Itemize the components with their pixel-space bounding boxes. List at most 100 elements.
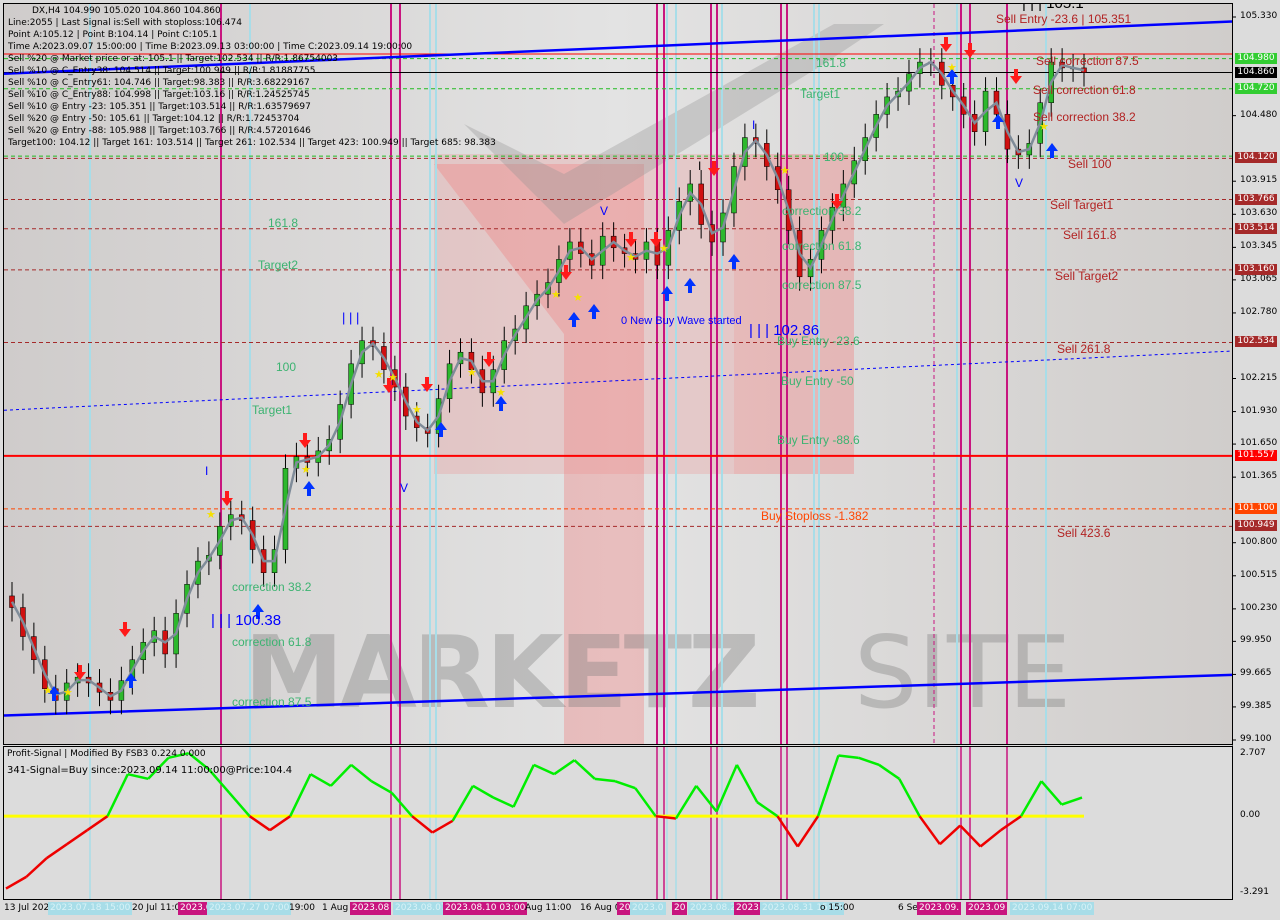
time-axis-label: 2023.07.27 07:00 (207, 902, 292, 915)
time-axis-label: 2023.08.07 (393, 902, 449, 915)
sell-entry-label: Sell Entry -23.6 | 105.351 (996, 12, 1132, 26)
info-line: Line:2055 | Last Signal is:Sell with sto… (8, 18, 242, 28)
price-tick-label: 100.800 (1240, 536, 1278, 547)
star-icon: ★ (573, 291, 583, 304)
time-axis[interactable]: 13 Jul 2023 2023.07.18 15:00 20 Jul 11:00 2… (0, 899, 1280, 920)
time-axis-label: 2023.08 (350, 902, 392, 915)
star-icon: ★ (412, 403, 422, 416)
info-line: Time A:2023.09.07 15:00:00 | Time B:2023… (8, 42, 413, 52)
wave-label-iii: | | | (342, 310, 360, 325)
price-tag: 101.557 (1235, 449, 1277, 461)
info-line: Sell %10 @ C_Entry61: 104.746 || Target:… (8, 78, 310, 88)
signal-segment (695, 785, 718, 813)
buy-arrow-icon (303, 481, 315, 496)
moving-average-line (10, 60, 1085, 698)
sell-arrow-icon (299, 433, 311, 448)
signal-segment (390, 792, 413, 818)
signal-segment (838, 754, 859, 760)
signal-segment (634, 787, 657, 817)
signal-segment (858, 756, 880, 767)
star-icon: ★ (63, 686, 73, 699)
signal-segment (715, 764, 739, 813)
price-tag: 103.160 (1235, 263, 1277, 275)
time-axis-label: 2023.09.14 07:00 (1010, 902, 1095, 915)
price-tick-label: 103.065 (1240, 273, 1278, 284)
signal-segment (735, 764, 759, 803)
buy-arrow-icon (684, 278, 696, 293)
price-tick-label: 99.385 (1240, 700, 1272, 711)
signal-segment (329, 763, 353, 787)
star-icon: ★ (626, 251, 636, 264)
signal-segment (614, 779, 636, 790)
time-axis-label: o 15:00 (820, 903, 855, 913)
signal-segment (533, 763, 555, 776)
left-correction-61-label: correction 61.8 (232, 635, 312, 649)
price-tick-label: 105.330 (1240, 11, 1278, 21)
new-buy-wave-label: 0 New Buy Wave started (621, 315, 742, 327)
left-target2-label: Target2 (258, 258, 299, 272)
wave-label-v: V (1015, 176, 1024, 190)
signal-segment (1000, 815, 1022, 832)
price-tick-label: 100.515 (1240, 569, 1278, 580)
info-line: Sell %20 @ Entry -50: 105.61 || Target:1… (8, 114, 300, 124)
price-tick-label: 99.950 (1240, 635, 1272, 646)
indicator-signal-text: 341-Signal=Buy since:2023.09.14 11:00:00… (7, 765, 293, 776)
star-icon: ★ (551, 288, 561, 301)
buy-arrow-icon (568, 312, 580, 327)
price-tick-label: 104.480 (1240, 109, 1278, 120)
signal-segment (979, 829, 1002, 848)
price-tag: 104.860 (1235, 66, 1277, 78)
left-correction-87-label: correction 87.5 (232, 695, 312, 709)
time-axis-label: 16 Aug 0 (580, 903, 621, 913)
price-tag: 104.720 (1235, 82, 1277, 94)
price-tag: 101.100 (1235, 502, 1277, 514)
wave-label-v: V (400, 481, 409, 495)
buy-arrow-icon (125, 673, 137, 688)
symbol-ohlc: DX,H4 104.990 105.020 104.860 104.860 (32, 6, 221, 16)
signal-segment (66, 829, 88, 846)
price-tick-label: 102.215 (1240, 372, 1278, 383)
time-axis-label: 1 Aug (322, 903, 349, 913)
sell-arrow-icon (1010, 69, 1022, 84)
time-axis-label: 2023.0 (630, 902, 666, 915)
signal-segment (1020, 780, 1043, 817)
signal-segment (5, 875, 27, 890)
sell-correction-61-label: Sell correction 61.8 (1033, 83, 1136, 97)
sell-423-label: Sell 423.6 (1057, 526, 1111, 540)
indicator-pane[interactable]: Profit-Signal | Modified By FSB3 0.224 0… (3, 746, 1233, 900)
sell-target1-label: Sell Target1 (1050, 198, 1114, 212)
price-tick-label: 103.630 (1240, 208, 1278, 219)
wave-label-i: I (205, 464, 209, 478)
left-correction-38-label: correction 38.2 (232, 580, 312, 594)
signal-segment (796, 815, 820, 848)
signal-segment (350, 763, 373, 783)
wave-label-105-1: | | | 105.1 (1022, 3, 1084, 12)
sell-arrow-icon (964, 43, 976, 58)
sell-261-label: Sell 261.8 (1057, 342, 1111, 356)
price-chart-pane[interactable]: MARKETZ SITE ★ ★ ★ ★ ★ ★ ★ ★ ★ ★ ★ ★ ★ ★ ★ ★ DX,H4 104.… (3, 3, 1233, 745)
signal-segment (45, 843, 68, 860)
signal-segment (25, 857, 48, 878)
signal-segment (248, 815, 271, 832)
star-icon: ★ (496, 386, 506, 399)
sell-arrow-icon (708, 161, 720, 176)
time-axis-label: 19:00 (289, 903, 315, 913)
buy-arrow-icon (661, 286, 673, 301)
star-icon: ★ (374, 368, 384, 381)
star-icon: ★ (467, 366, 477, 379)
sell-161-label: Sell 161.8 (1063, 228, 1117, 242)
price-axis[interactable]: 105.330 104.480 103.915 103.630 103.345 103.0… (1232, 0, 1280, 900)
price-tag: 103.514 (1235, 222, 1277, 234)
signal-segment (756, 801, 779, 818)
buy-entry-50-label: Buy Entry -50 (781, 374, 854, 388)
info-line: Sell %20 @ Entry -88: 105.988 || Target:… (8, 126, 311, 136)
sell-correction-87-label: Sell correction 87.5 (1036, 54, 1139, 68)
buy-100-label: 100 (824, 150, 845, 164)
wave-label-100-38: | | | 100.38 (211, 612, 282, 629)
price-tick-label: 101.650 (1240, 438, 1278, 449)
price-tick-label: 103.345 (1240, 241, 1278, 252)
buy-161-label: 161.8 (816, 56, 847, 70)
info-line: Point A:105.12 | Point B:104.14 | Point … (8, 30, 218, 40)
wave-label-v: V (600, 204, 609, 218)
sell-target2-label: Sell Target2 (1055, 269, 1119, 283)
